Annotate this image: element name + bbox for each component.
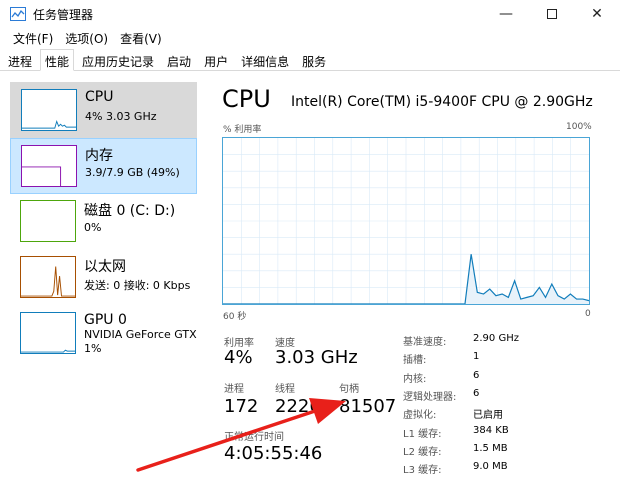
close-button[interactable]: ✕ (574, 0, 620, 28)
uptime-label: 正常运行时间 (224, 432, 284, 443)
graph-gridlines (223, 138, 589, 304)
spec-label: 虚拟化: (403, 410, 437, 421)
device-item-memory[interactable]: 内存 3.9/7.9 GB (49%) (10, 138, 197, 194)
spec-label: L1 缓存: (403, 429, 442, 440)
device-item-disk[interactable]: 磁盘 0 (C: D:) 0% (10, 194, 197, 250)
threads-value: 2226 (275, 396, 321, 417)
threads-label: 线程 (275, 384, 295, 395)
cpu-model: Intel(R) Core(TM) i5-9400F CPU @ 2.90GHz (291, 94, 593, 110)
menu-options[interactable]: 选项(O) (65, 28, 108, 48)
close-icon: ✕ (591, 6, 603, 22)
minimize-button[interactable]: — (483, 0, 529, 28)
graph-bottom-right: 0 (585, 309, 591, 319)
spec-value: 9.0 MB (473, 461, 508, 472)
tab-performance[interactable]: 性能 (40, 49, 75, 71)
spec-value: 1.5 MB (473, 443, 508, 454)
device-name-cpu: CPU (85, 89, 114, 105)
device-sub-ethernet: 发送: 0 接收: 0 Kbps (84, 279, 191, 292)
spec-label: 逻辑处理器: (403, 392, 457, 403)
spec-label: 插槽: (403, 355, 427, 366)
device-sub2-gpu: 1% (84, 342, 102, 355)
device-list: CPU 4% 3.03 GHz 内存 3.9/7.9 GB (49%) 磁盘 0… (10, 78, 197, 489)
spec-label: 内核: (403, 374, 427, 385)
device-sub-memory: 3.9/7.9 GB (49%) (85, 166, 180, 179)
maximize-icon (547, 9, 557, 19)
handles-value: 81507 (339, 396, 397, 417)
spec-value: 2.90 GHz (473, 333, 519, 344)
menu-bar: 文件(F) 选项(O) 查看(V) (0, 28, 620, 48)
gpu-thumbnail (20, 312, 76, 354)
tab-bar: 进程 性能 应用历史记录 启动 用户 详细信息 服务 (0, 49, 620, 71)
graph-label-left: % 利用率 (223, 125, 262, 135)
graph-label-right: 100% (566, 122, 592, 132)
device-name-disk: 磁盘 0 (C: D:) (84, 203, 176, 219)
cpu-thumbnail (21, 89, 77, 131)
tab-users[interactable]: 用户 (199, 49, 233, 70)
device-name-gpu: GPU 0 (84, 312, 127, 328)
device-sub-disk: 0% (84, 221, 102, 234)
spec-value: 已启用 (473, 410, 503, 421)
speed-value: 3.03 GHz (275, 347, 358, 368)
device-item-gpu[interactable]: GPU 0 NVIDIA GeForce GTX 1% (10, 306, 197, 364)
spec-value: 1 (473, 351, 480, 362)
tab-processes[interactable]: 进程 (3, 49, 37, 70)
minimize-icon: — (499, 6, 513, 22)
memory-thumbnail (21, 145, 77, 187)
processes-value: 172 (224, 396, 259, 417)
tab-services[interactable]: 服务 (297, 49, 331, 70)
tab-startup[interactable]: 启动 (162, 49, 196, 70)
spec-value: 384 KB (473, 425, 509, 436)
uptime-value: 4:05:55:46 (224, 443, 323, 464)
processes-label: 进程 (224, 384, 244, 395)
spec-label: L2 缓存: (403, 447, 442, 458)
device-sub-cpu: 4% 3.03 GHz (85, 110, 157, 123)
graph-bottom-left: 60 秒 (223, 312, 247, 322)
device-sub-gpu: NVIDIA GeForce GTX (84, 328, 197, 341)
title-bar: 任务管理器 — ✕ (0, 0, 620, 28)
spec-value: 6 (473, 370, 480, 381)
maximize-button[interactable] (529, 0, 575, 28)
ethernet-thumbnail (20, 256, 76, 298)
task-manager-icon (10, 7, 26, 21)
cpu-title: CPU (222, 85, 271, 113)
handles-label: 句柄 (339, 384, 359, 395)
util-value: 4% (224, 347, 253, 368)
device-name-memory: 内存 (85, 148, 113, 164)
device-name-ethernet: 以太网 (84, 259, 126, 275)
menu-view[interactable]: 查看(V) (120, 28, 162, 48)
window-title: 任务管理器 (33, 8, 94, 22)
spec-label: L3 缓存: (403, 465, 442, 476)
spec-label: 基准速度: (403, 337, 447, 348)
tab-app-history[interactable]: 应用历史记录 (77, 49, 159, 70)
tab-details[interactable]: 详细信息 (236, 49, 294, 70)
device-item-ethernet[interactable]: 以太网 发送: 0 接收: 0 Kbps (10, 250, 197, 306)
cpu-utilization-graph (222, 137, 590, 305)
spec-value: 6 (473, 388, 480, 399)
device-item-cpu[interactable]: CPU 4% 3.03 GHz (10, 82, 197, 138)
disk-thumbnail (20, 200, 76, 242)
menu-file[interactable]: 文件(F) (13, 28, 53, 48)
